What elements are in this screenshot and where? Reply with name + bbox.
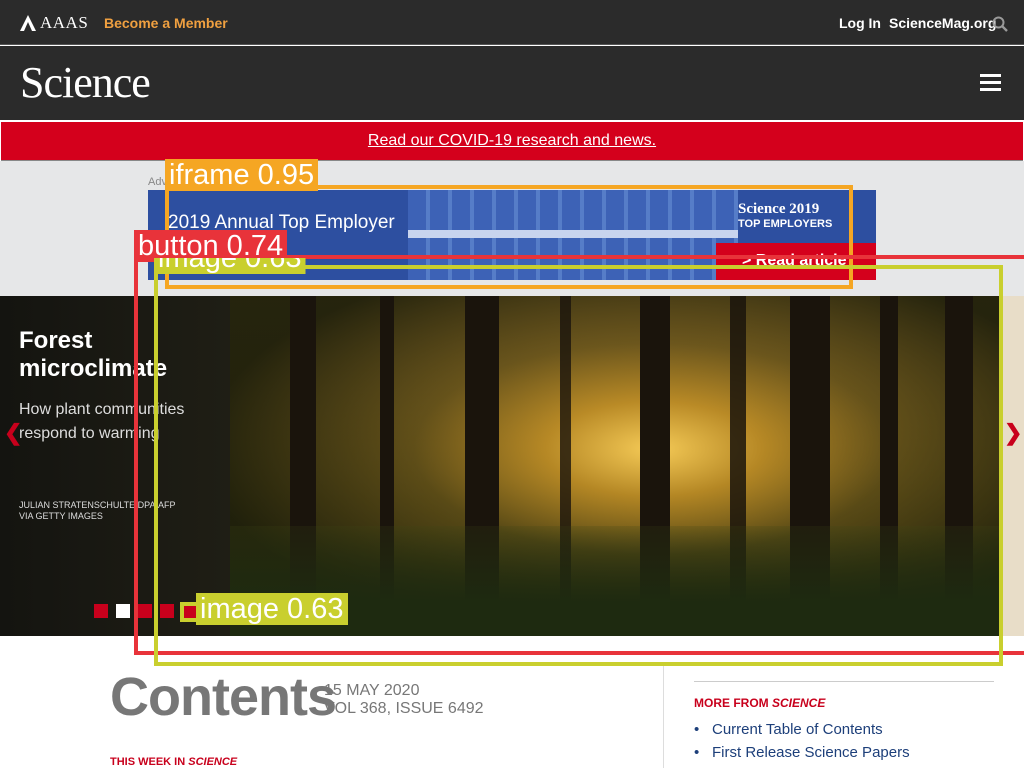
issue-date: 15 MAY 2020 [324, 682, 420, 699]
issue-volume: VOL 368, ISSUE 6492 [324, 700, 484, 717]
carousel-dot[interactable] [116, 604, 130, 618]
ad-banner[interactable]: 2019 Annual Top Employer 's #1 Science 2… [148, 190, 876, 280]
more-link-first-release[interactable]: First Release Science Papers [694, 741, 994, 764]
login-link[interactable]: Log In [839, 15, 881, 31]
science-logo[interactable]: Science [20, 57, 151, 108]
hero-next-slide-peek [1000, 296, 1024, 636]
issue-info: 15 MAY 2020 VOL 368, ISSUE 6492 [324, 682, 484, 718]
more-from-prefix: MORE FROM [694, 696, 772, 710]
ad-lab-shelf [408, 230, 738, 238]
hero-image[interactable] [230, 296, 1000, 636]
ad-subline: 's #1 [168, 236, 206, 255]
covid-research-link[interactable]: Read our COVID-19 research and news. [368, 132, 656, 149]
carousel-dots [94, 604, 196, 618]
search-icon[interactable] [992, 16, 1008, 32]
hero-photo-credit: JULIAN STRATENSCHULTE/DPA/AFP VIA GETTY … [19, 500, 176, 521]
aaas-mark-icon [20, 15, 36, 31]
column-divider [663, 666, 664, 768]
aaas-logo[interactable]: AAAS [20, 13, 88, 33]
sciencemag-link[interactable]: ScienceMag.org [889, 15, 996, 31]
ad-read-article-button[interactable]: > Read article [716, 243, 876, 280]
more-from-journal: SCIENCE [772, 696, 826, 710]
aaas-logo-text: AAAS [40, 13, 89, 32]
covid-alert-bar: Read our COVID-19 research and news. [1, 121, 1023, 161]
ad-brand-line2: TOP EMPLOYERS [738, 218, 833, 230]
more-link-current-toc[interactable]: Current Table of Contents [694, 718, 994, 741]
contents-heading: Contents [110, 667, 337, 727]
ad-label: Adv [148, 176, 167, 188]
hero-title[interactable]: Forest microclimate [19, 327, 219, 383]
carousel-dot[interactable] [138, 604, 152, 618]
carousel-dot[interactable] [182, 604, 196, 618]
more-from-science: MORE FROM SCIENCE Current Table of Conte… [694, 681, 994, 764]
this-week-journal: SCIENCE [188, 756, 238, 768]
ad-headline: 2019 Annual Top Employer [168, 212, 395, 233]
hero-description: How plant communities respond to warming [19, 401, 185, 442]
ad-brand-line1: Science 2019 [738, 201, 820, 217]
carousel-next-icon[interactable]: ❯ [1004, 420, 1022, 446]
carousel-dot[interactable] [160, 604, 174, 618]
carousel-prev-icon[interactable]: ❮ [4, 420, 22, 446]
ad-brand: Science 2019 TOP EMPLOYERS [738, 202, 832, 231]
carousel-dot[interactable] [94, 604, 108, 618]
become-member-link[interactable]: Become a Member [104, 15, 228, 31]
hamburger-menu-icon[interactable] [980, 74, 1001, 92]
masthead [0, 46, 1024, 120]
more-from-heading: MORE FROM SCIENCE [694, 696, 994, 710]
this-week-prefix: THIS WEEK IN [110, 756, 189, 768]
this-week-heading: THIS WEEK IN SCIENCE [110, 756, 237, 768]
more-from-list: Current Table of Contents First Release … [694, 718, 994, 764]
